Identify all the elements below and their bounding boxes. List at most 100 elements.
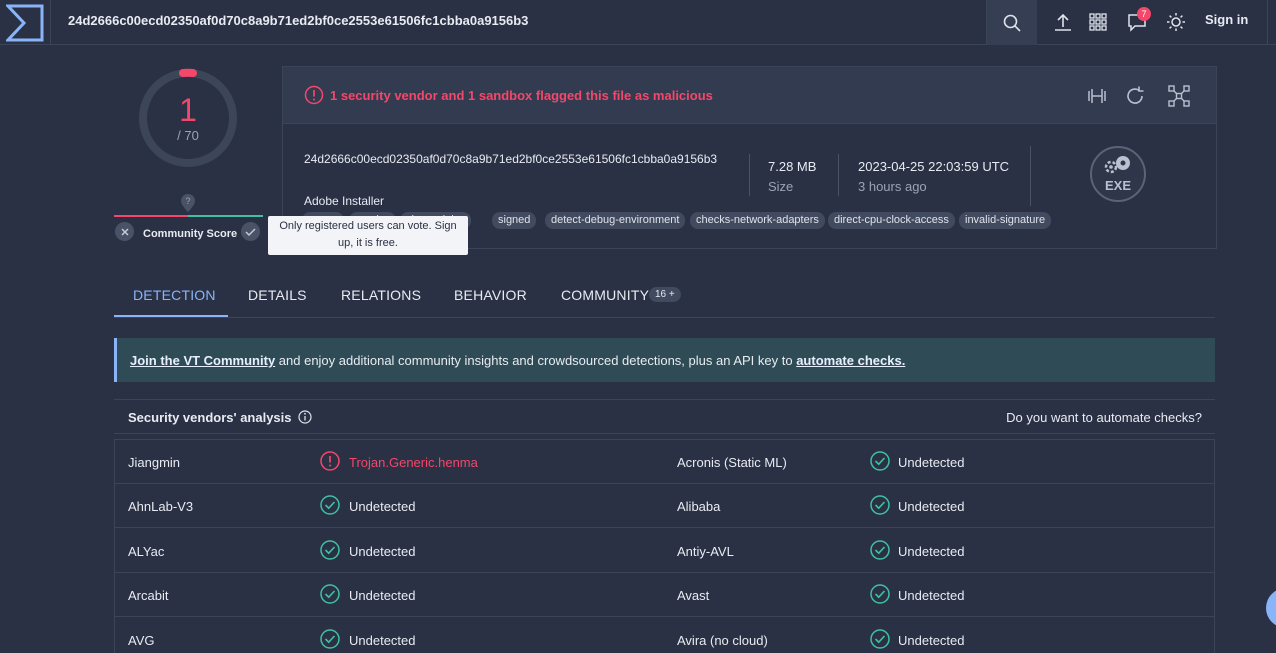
tab-relations[interactable]: RELATIONS xyxy=(341,287,421,303)
undetected-icon xyxy=(870,540,890,560)
file-size-label: Size xyxy=(768,179,794,194)
alert-message: 1 security vendor and 1 sandbox flagged … xyxy=(330,88,713,103)
vendor-result: Trojan.Generic.henma xyxy=(349,455,478,470)
vendors-title: Security vendors' analysis xyxy=(128,410,292,425)
vendor-result: Undetected xyxy=(898,499,965,514)
vendors-table: Jiangmin Trojan.Generic.henma Acronis (S… xyxy=(114,439,1215,653)
tag[interactable]: checks-network-adapters xyxy=(690,212,825,229)
tag[interactable]: signed xyxy=(492,212,537,229)
vote-malicious-button[interactable] xyxy=(115,222,134,241)
reanalyze-icon[interactable] xyxy=(1123,84,1147,108)
vendor-name: Avast xyxy=(677,588,710,603)
automate-checks-prompt[interactable]: Do you want to automate checks? xyxy=(1006,410,1202,425)
file-hash[interactable]: 24d2666c00ecd02350af0d70c8a9b71ed2bf0ce2… xyxy=(304,150,729,168)
grid-icon xyxy=(1089,13,1107,31)
active-tab-indicator xyxy=(114,315,228,317)
table-row: Jiangmin Trojan.Generic.henma Acronis (S… xyxy=(115,440,1214,484)
file-size-value: 7.28 MB xyxy=(768,159,817,174)
apps-button[interactable] xyxy=(1086,10,1110,34)
malicious-icon xyxy=(320,451,340,471)
svg-text:?: ? xyxy=(185,196,190,206)
undetected-icon xyxy=(320,540,340,560)
vendor-result: Undetected xyxy=(349,588,416,603)
undetected-icon xyxy=(870,629,890,649)
meta-divider xyxy=(838,154,839,196)
automate-checks-link[interactable]: automate checks. xyxy=(796,353,905,368)
vendor-name: Jiangmin xyxy=(128,455,181,470)
search-button[interactable] xyxy=(986,0,1037,45)
search-icon xyxy=(1003,14,1021,32)
tab-bar: DETECTION DETAILS RELATIONS BEHAVIOR COM… xyxy=(114,270,1215,318)
meta-divider xyxy=(1030,146,1031,206)
community-score-tooltip: Only registered users can vote. Sign up,… xyxy=(268,216,468,255)
table-row: ALYac Undetected Antiy-AVL Undetected xyxy=(115,529,1214,573)
top-bar: 24d2666c00ecd02350af0d70c8a9b71ed2bf0ce2… xyxy=(0,0,1276,45)
vendor-result: Undetected xyxy=(349,499,416,514)
community-banner: Join the VT Community and enjoy addition… xyxy=(114,338,1215,382)
undetected-icon xyxy=(320,629,340,649)
gears-icon xyxy=(1104,156,1130,174)
close-icon xyxy=(120,227,129,236)
virustotal-logo[interactable] xyxy=(0,0,51,45)
vendor-name: Arcabit xyxy=(128,588,169,603)
undetected-icon xyxy=(320,584,340,604)
upload-button[interactable] xyxy=(1051,10,1075,34)
topbar-divider xyxy=(1267,0,1268,45)
sign-in-link[interactable]: Sign in xyxy=(1205,12,1248,27)
floating-help-button[interactable] xyxy=(1266,588,1276,628)
undetected-icon xyxy=(320,495,340,515)
file-type-badge: EXE xyxy=(1090,146,1146,202)
tab-community[interactable]: COMMUNITY xyxy=(561,287,649,303)
tab-behavior[interactable]: BEHAVIOR xyxy=(454,287,527,303)
vendor-name: AhnLab-V3 xyxy=(128,499,194,514)
vendor-result: Undetected xyxy=(898,544,965,559)
table-row: AVG Undetected Avira (no cloud) Undetect… xyxy=(115,618,1214,653)
vendor-name: Antiy-AVL xyxy=(677,544,734,559)
upload-icon xyxy=(1055,13,1071,31)
table-row: AhnLab-V3 Undetected Alibaba Undetected xyxy=(115,484,1214,528)
community-score-bar-positive xyxy=(188,215,263,217)
banner-text: Join the VT Community and enjoy addition… xyxy=(130,353,905,368)
tag[interactable]: direct-cpu-clock-access xyxy=(828,212,955,229)
vendor-name: Alibaba xyxy=(677,499,721,514)
vendor-name: Acronis (Static ML) xyxy=(677,455,787,470)
vendor-result: Undetected xyxy=(898,588,965,603)
join-community-link[interactable]: Join the VT Community xyxy=(130,353,275,368)
header-hash: 24d2666c00ecd02350af0d70c8a9b71ed2bf0ce2… xyxy=(68,13,529,28)
vendor-result: Undetected xyxy=(898,455,965,470)
alert-header: 1 security vendor and 1 sandbox flagged … xyxy=(283,67,1216,124)
scan-date-value: 2023-04-25 22:03:59 UTC xyxy=(858,159,1010,174)
tab-detection[interactable]: DETECTION xyxy=(133,287,216,303)
file-type-label: EXE xyxy=(1104,178,1131,193)
meta-divider xyxy=(749,154,750,196)
vendor-name: AVG xyxy=(128,633,155,648)
theme-toggle-button[interactable] xyxy=(1164,10,1188,34)
scan-date-relative: 3 hours ago xyxy=(858,179,927,194)
community-count-badge: 16 + xyxy=(649,287,681,302)
vendor-name: ALYac xyxy=(128,544,165,559)
tag[interactable]: invalid-signature xyxy=(959,212,1052,229)
notification-badge: 7 xyxy=(1137,7,1151,21)
score-detected: 1 xyxy=(179,92,197,128)
undetected-icon xyxy=(870,495,890,515)
vendor-name: Avira (no cloud) xyxy=(677,633,768,648)
logo-icon xyxy=(6,3,44,41)
info-icon[interactable] xyxy=(298,410,312,424)
table-row: Arcabit Undetected Avast Undetected xyxy=(115,573,1214,617)
check-icon xyxy=(245,227,256,236)
undetected-icon xyxy=(870,451,890,471)
compare-icon[interactable] xyxy=(1085,84,1109,108)
notifications-button[interactable]: 7 xyxy=(1125,7,1151,34)
banner-body: and enjoy additional community insights … xyxy=(275,353,797,368)
detection-score-ring: 1 / 70 xyxy=(136,66,240,170)
tab-details[interactable]: DETAILS xyxy=(248,287,307,303)
tag[interactable]: detect-debug-environment xyxy=(545,212,686,229)
sun-icon xyxy=(1167,13,1185,31)
vote-harmless-button[interactable] xyxy=(241,222,260,241)
alert-icon xyxy=(304,85,324,105)
graph-icon[interactable] xyxy=(1167,84,1191,108)
vendor-result: Undetected xyxy=(349,633,416,648)
file-name: Adobe Installer xyxy=(304,194,385,208)
undetected-icon xyxy=(870,584,890,604)
vendor-result: Undetected xyxy=(898,633,965,648)
